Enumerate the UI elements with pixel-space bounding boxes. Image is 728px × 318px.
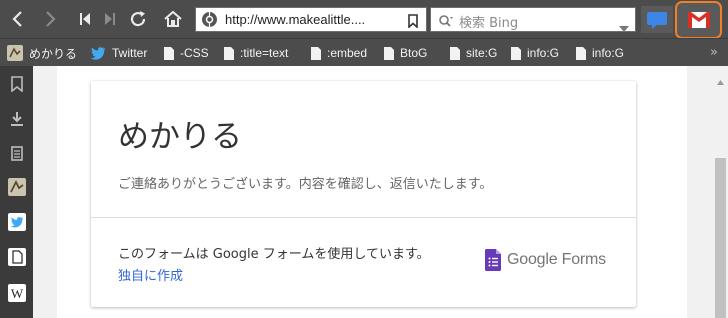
scrollbar-thumb[interactable]: [715, 158, 726, 318]
divider: [91, 217, 636, 218]
vertical-scrollbar[interactable]: [713, 66, 728, 318]
create-own-form-link[interactable]: 独自に作成: [118, 265, 183, 284]
twitter-icon: [90, 46, 106, 60]
fast-forward-icon: [105, 13, 115, 25]
scroll-up-icon[interactable]: [717, 70, 724, 89]
svg-text:W: W: [11, 286, 24, 301]
reload-button[interactable]: [126, 6, 150, 32]
bookmarks-bar: めかりる Twitter -CSS :title=text :embed Bto…: [0, 38, 728, 66]
form-title: めかりる: [118, 119, 242, 155]
notes-icon[interactable]: [7, 143, 27, 163]
page-content: めかりる ご連絡ありがとうございます。内容を確認し、返信いたします。 このフォー…: [33, 66, 713, 318]
url-text[interactable]: http://www.makealittle....: [225, 12, 365, 27]
gmail-extension-button[interactable]: [675, 1, 722, 39]
bookmark-label: めかりる: [29, 46, 78, 61]
page-icon: [311, 46, 321, 60]
bookmark-star-icon[interactable]: [408, 13, 418, 32]
bookmark-item[interactable]: BtoG: [384, 44, 427, 62]
fast-forward-button[interactable]: [100, 6, 120, 32]
chevron-down-icon[interactable]: [619, 17, 629, 36]
page-icon: [450, 46, 460, 60]
site-panel-icon[interactable]: [7, 177, 27, 197]
bookmark-item[interactable]: めかりる: [7, 44, 77, 62]
bookmark-item[interactable]: -CSS: [164, 44, 209, 62]
home-icon: [164, 10, 182, 27]
bookmark-item[interactable]: site:G: [450, 44, 497, 62]
side-panel: W: [0, 66, 33, 318]
bookmark-label: BtoG: [400, 46, 428, 60]
home-button[interactable]: [160, 6, 186, 32]
twitter-panel-icon[interactable]: [7, 212, 27, 232]
form-card: めかりる ご連絡ありがとうございます。内容を確認し、返信いたします。 このフォー…: [91, 81, 636, 307]
google-forms-brand: Google Forms: [507, 251, 606, 268]
bookmark-item[interactable]: info:G: [576, 44, 624, 62]
bookmark-item[interactable]: info:G: [511, 44, 559, 62]
bookmark-item[interactable]: :embed: [311, 44, 367, 62]
downloads-icon[interactable]: [7, 109, 27, 129]
globe-icon[interactable]: [201, 11, 218, 32]
bookmark-label: :title=text: [240, 46, 289, 60]
wikipedia-panel-icon[interactable]: W: [7, 283, 27, 303]
back-arrow-icon: [12, 11, 22, 27]
bookmark-item[interactable]: Twitter: [90, 44, 147, 62]
bookmark-label: :embed: [327, 46, 368, 60]
bookmark-label: Twitter: [112, 46, 148, 60]
site-icon: [7, 45, 23, 61]
page-icon: [511, 46, 521, 60]
search-icon[interactable]: [438, 13, 454, 32]
google-forms-icon: [485, 249, 501, 271]
rewind-button[interactable]: [75, 6, 95, 32]
reload-icon: [130, 11, 146, 27]
forward-button[interactable]: [38, 6, 64, 32]
address-bar[interactable]: http://www.makealittle....: [195, 7, 427, 32]
search-box[interactable]: 検索 Bing: [430, 7, 636, 32]
comment-extension-button[interactable]: [641, 6, 673, 33]
bookmark-label: info:G: [592, 46, 625, 60]
page-icon: [224, 46, 234, 60]
bookmarks-overflow-button[interactable]: »: [710, 45, 718, 60]
bookmark-label: site:G: [466, 46, 498, 60]
page-panel-icon[interactable]: [7, 247, 27, 267]
search-input[interactable]: 検索 Bing: [459, 12, 518, 31]
page-icon: [164, 46, 174, 60]
gmail-icon: [687, 12, 710, 28]
browser-toolbar: http://www.makealittle.... 検索 Bing: [0, 0, 728, 39]
google-forms-logo[interactable]: Google Forms: [485, 249, 606, 271]
bookmark-label: info:G: [527, 46, 560, 60]
powered-by-text: このフォームは Google フォームを使用しています。: [118, 247, 430, 262]
forward-arrow-icon: [46, 11, 56, 27]
confirmation-message: ご連絡ありがとうございます。内容を確認し、返信いたします。: [118, 177, 493, 192]
page-icon: [384, 46, 394, 60]
bookmark-item[interactable]: :title=text: [224, 44, 288, 62]
rewind-icon: [80, 13, 90, 25]
page-icon: [576, 46, 586, 60]
back-button[interactable]: [4, 6, 30, 32]
bookmark-label: -CSS: [180, 46, 209, 60]
chat-bubble-icon: [647, 11, 667, 29]
bookmarks-panel-icon[interactable]: [7, 74, 27, 94]
